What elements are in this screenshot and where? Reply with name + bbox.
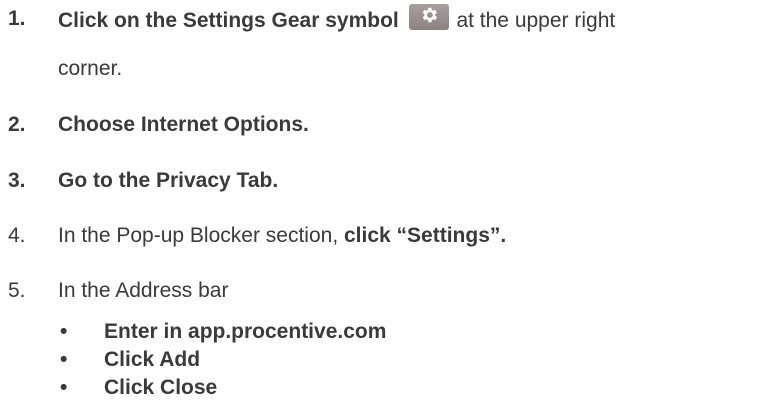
bullet-text: Click Close xyxy=(104,376,218,399)
step-1-trailing-text: at the upper right xyxy=(456,9,616,32)
instructions-document: 1. Click on the Settings Gear symbol at … xyxy=(0,0,762,406)
bullet-text: Enter in app.procentive.com xyxy=(104,320,387,343)
gear-icon xyxy=(408,4,449,30)
step-5-number: 5. xyxy=(8,279,26,302)
bullet-text: Click Add xyxy=(104,348,201,371)
bullet-icon: • xyxy=(60,320,68,343)
step-1-number: 1. xyxy=(8,7,26,30)
step-4-number: 4. xyxy=(8,224,26,247)
bullet-icon: • xyxy=(60,376,68,399)
step-2-number: 2. xyxy=(8,113,26,136)
step-5-text: In the Address bar xyxy=(58,279,229,302)
step-3-number: 3. xyxy=(8,169,26,192)
step-1-continued-text: corner. xyxy=(58,57,123,80)
step-1-bold-text: Click on the Settings Gear symbol xyxy=(58,9,399,32)
step-1-text: Click on the Settings Gear symbol at the… xyxy=(58,4,615,36)
step-4-text: In the Pop-up Blocker section, click “Se… xyxy=(58,221,506,251)
step-2-text: Choose Internet Options. xyxy=(58,113,309,136)
step-3-text: Go to the Privacy Tab. xyxy=(58,169,279,192)
step-4-bold-text: click “Settings”. xyxy=(344,224,507,247)
bullet-icon: • xyxy=(60,348,68,371)
step-4-regular-text: In the Pop-up Blocker section, xyxy=(58,224,344,247)
